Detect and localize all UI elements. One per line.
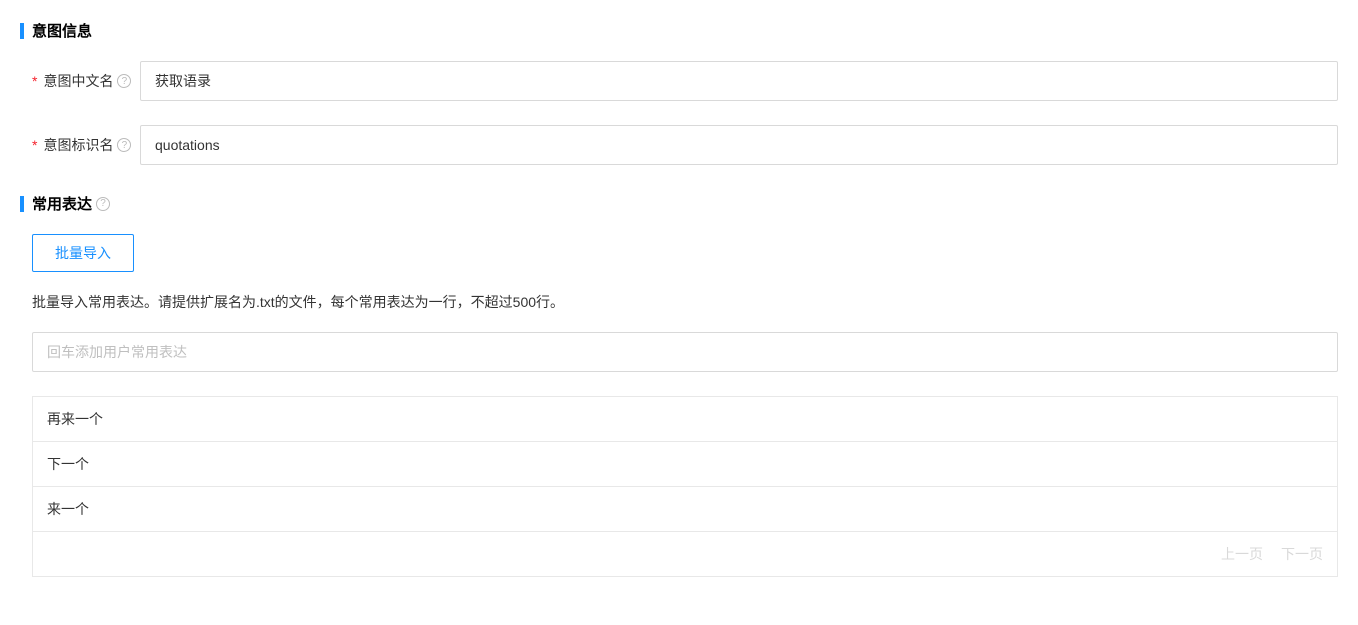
list-item[interactable]: 下一个 (33, 442, 1337, 487)
next-page-button[interactable]: 下一页 (1281, 544, 1323, 564)
import-hint-text: 批量导入常用表达。请提供扩展名为.txt的文件，每个常用表达为一行，不超过500… (32, 292, 1338, 312)
identifier-row: * 意图标识名 ? (20, 125, 1338, 165)
list-item[interactable]: 来一个 (33, 487, 1337, 532)
expressions-section: 常用表达 ? 批量导入 批量导入常用表达。请提供扩展名为.txt的文件，每个常用… (20, 193, 1338, 577)
prev-page-button[interactable]: 上一页 (1221, 544, 1263, 564)
title-accent-bar (20, 196, 24, 212)
expressions-title-row: 常用表达 ? (20, 193, 1338, 214)
chinese-name-label-text: 意图中文名 (43, 71, 113, 91)
intent-info-title: 意图信息 (32, 20, 92, 41)
chinese-name-input[interactable] (140, 61, 1338, 101)
intent-info-title-row: 意图信息 (20, 20, 1338, 41)
identifier-input[interactable] (140, 125, 1338, 165)
help-icon[interactable]: ? (117, 138, 131, 152)
title-accent-bar (20, 23, 24, 39)
add-expression-input[interactable] (32, 332, 1338, 372)
identifier-label-text: 意图标识名 (43, 135, 113, 155)
help-icon[interactable]: ? (96, 197, 110, 211)
list-item[interactable]: 再来一个 (33, 397, 1337, 442)
batch-import-button[interactable]: 批量导入 (32, 234, 134, 272)
pagination: 上一页 下一页 (33, 532, 1337, 576)
help-icon[interactable]: ? (117, 74, 131, 88)
identifier-label: * 意图标识名 ? (20, 135, 140, 155)
chinese-name-label: * 意图中文名 ? (20, 71, 140, 91)
intent-info-section: 意图信息 * 意图中文名 ? * 意图标识名 ? (20, 20, 1338, 165)
required-asterisk: * (32, 137, 37, 153)
required-asterisk: * (32, 73, 37, 89)
chinese-name-row: * 意图中文名 ? (20, 61, 1338, 101)
expressions-title: 常用表达 (32, 193, 92, 214)
expression-list: 再来一个 下一个 来一个 上一页 下一页 (32, 396, 1338, 577)
expressions-area: 批量导入 批量导入常用表达。请提供扩展名为.txt的文件，每个常用表达为一行，不… (20, 234, 1338, 577)
